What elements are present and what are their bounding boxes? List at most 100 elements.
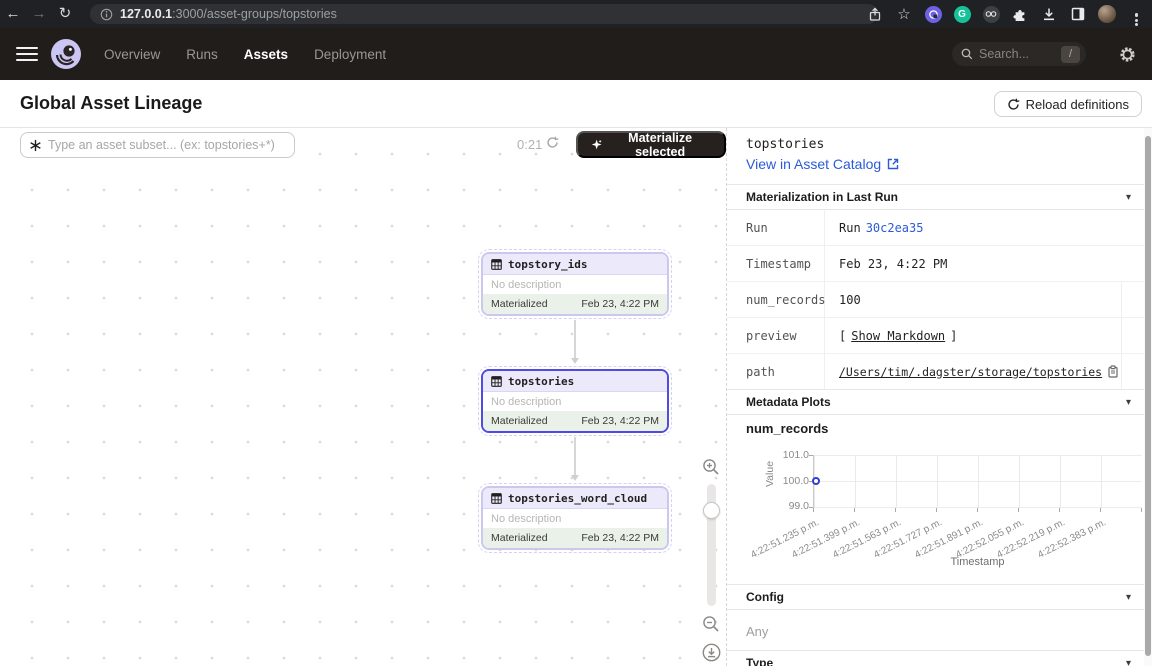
settings-gear-icon[interactable] xyxy=(1119,46,1136,63)
asset-graph-pane[interactable]: 0:21 Materialize selected topstory_ids N… xyxy=(0,128,726,666)
zoom-to-fit-icon[interactable] xyxy=(702,643,724,662)
row-label: preview xyxy=(727,318,825,353)
chevron-down-icon: ▾ xyxy=(1126,397,1131,408)
profile-avatar[interactable] xyxy=(1095,2,1119,26)
node-status: Materialized xyxy=(491,532,548,544)
section-materialization-last-run[interactable]: Materialization in Last Run ▾ xyxy=(727,184,1145,210)
site-info-icon[interactable] xyxy=(100,8,113,21)
zoom-slider-handle[interactable] xyxy=(703,502,720,519)
clock-extension-icon[interactable] xyxy=(921,2,945,26)
dagster-logo[interactable] xyxy=(50,38,82,70)
row-label: Run xyxy=(727,210,825,245)
app-header: Overview Runs Assets Deployment / xyxy=(0,28,1152,80)
primary-nav: Overview Runs Assets Deployment xyxy=(104,47,386,62)
plot-area xyxy=(813,455,1142,508)
section-config[interactable]: Config ▾ xyxy=(727,584,1145,610)
scrollbar-thumb[interactable] xyxy=(1145,136,1151,656)
node-timestamp: Feb 23, 4:22 PM xyxy=(581,532,659,544)
asset-subset-filter[interactable] xyxy=(20,132,295,158)
row-extra-cell xyxy=(1121,282,1145,317)
op-selector-icon xyxy=(29,139,42,152)
copy-clipboard-icon[interactable] xyxy=(1107,365,1119,378)
address-bar[interactable]: 127.0.0.1:3000/asset-groups/topstories xyxy=(90,4,878,24)
bracket: [ xyxy=(839,329,846,343)
page-title-bar: Global Asset Lineage Reload definitions xyxy=(0,80,1152,128)
sparkle-icon xyxy=(591,138,602,151)
path-link[interactable]: /Users/tim/.dagster/storage/topstories xyxy=(839,365,1102,379)
materialize-selected-button[interactable]: Materialize selected xyxy=(576,131,726,158)
y-tick: 101.0 xyxy=(769,449,809,461)
reload-definitions-label: Reload definitions xyxy=(1026,97,1129,112)
browser-reload-icon[interactable]: ↻ xyxy=(52,0,78,28)
app-window: ← → ↻ 127.0.0.1:3000/asset-groups/topsto… xyxy=(0,0,1152,666)
data-point[interactable] xyxy=(812,477,820,485)
run-id-link[interactable]: 30c2ea35 xyxy=(866,221,924,235)
hamburger-menu-icon[interactable] xyxy=(16,43,38,65)
bookmark-star-icon[interactable]: ☆ xyxy=(892,2,916,26)
grammarly-extension-icon[interactable]: G xyxy=(950,2,974,26)
show-markdown-link[interactable]: Show Markdown xyxy=(851,329,945,343)
browser-forward-icon[interactable]: → xyxy=(26,0,52,28)
reload-icon xyxy=(1007,98,1020,111)
refresh-timer: 0:21 xyxy=(517,137,542,152)
row-extra-cell xyxy=(1121,318,1145,353)
table-icon xyxy=(491,259,502,270)
browser-menu-icon[interactable] xyxy=(1124,2,1148,26)
external-link-icon xyxy=(887,158,899,170)
table-row-run: Run Run 30c2ea35 xyxy=(727,210,1145,246)
view-in-asset-catalog-link[interactable]: View in Asset Catalog xyxy=(746,156,899,172)
config-value: Any xyxy=(746,624,768,639)
global-search[interactable]: / xyxy=(952,42,1086,66)
asset-node-topstories[interactable]: topstories No description Materialized F… xyxy=(481,369,669,433)
nav-assets[interactable]: Assets xyxy=(244,47,288,62)
browser-back-icon[interactable]: ← xyxy=(0,0,26,28)
asset-node-topstory-ids[interactable]: topstory_ids No description Materialized… xyxy=(481,252,669,316)
side-panel-icon[interactable] xyxy=(1066,2,1090,26)
asset-subset-input[interactable] xyxy=(48,138,294,152)
node-timestamp: Feb 23, 4:22 PM xyxy=(581,298,659,310)
node-title: topstory_ids xyxy=(508,258,587,271)
section-type[interactable]: Type ▾ xyxy=(727,650,1145,666)
edge-topstories-to-word-cloud xyxy=(574,437,576,479)
node-status: Materialized xyxy=(491,415,548,427)
zoom-in-icon[interactable] xyxy=(702,458,724,476)
edge-topstory-ids-to-topstories xyxy=(574,320,576,362)
node-description: No description xyxy=(491,279,561,291)
zoom-out-icon[interactable] xyxy=(702,615,724,633)
run-value-prefix: Run xyxy=(839,221,861,235)
chevron-down-icon: ▾ xyxy=(1126,658,1131,666)
catalog-link-label: View in Asset Catalog xyxy=(746,156,881,172)
nav-overview[interactable]: Overview xyxy=(104,47,160,62)
section-metadata-plots[interactable]: Metadata Plots ▾ xyxy=(727,389,1145,415)
search-input[interactable] xyxy=(979,47,1055,61)
table-row-num-records: num_records 100 xyxy=(727,282,1145,318)
url-text: 127.0.0.1:3000/asset-groups/topstories xyxy=(120,7,337,21)
table-row-preview: preview [ Show Markdown] xyxy=(727,318,1145,354)
reload-definitions-button[interactable]: Reload definitions xyxy=(994,91,1142,117)
node-description: No description xyxy=(491,396,561,408)
row-label: path xyxy=(727,354,825,389)
y-tick: 100.0 xyxy=(769,475,809,487)
row-label: num_records xyxy=(727,282,825,317)
chevron-down-icon: ▾ xyxy=(1126,592,1131,603)
section-title: Type xyxy=(746,656,1126,666)
table-icon xyxy=(491,493,502,504)
share-icon[interactable] xyxy=(863,2,887,26)
bracket: ] xyxy=(950,329,957,343)
nav-deployment[interactable]: Deployment xyxy=(314,47,386,62)
section-title: Metadata Plots xyxy=(746,395,1126,409)
table-row-path: path /Users/tim/.dagster/storage/topstor… xyxy=(727,354,1145,390)
downloads-icon[interactable] xyxy=(1037,2,1061,26)
sidebar-scrollbar[interactable] xyxy=(1144,128,1152,666)
refresh-icon[interactable] xyxy=(546,136,559,149)
timestamp-value: Feb 23, 4:22 PM xyxy=(825,246,1145,281)
nav-runs[interactable]: Runs xyxy=(186,47,218,62)
section-title: Materialization in Last Run xyxy=(746,190,1126,204)
num-records-value: 100 xyxy=(825,282,1121,317)
extensions-puzzle-icon[interactable] xyxy=(1008,2,1032,26)
goggles-extension-icon[interactable] xyxy=(979,2,1003,26)
asset-node-topstories-word-cloud[interactable]: topstories_word_cloud No description Mat… xyxy=(481,486,669,550)
browser-toolbar: ← → ↻ 127.0.0.1:3000/asset-groups/topsto… xyxy=(0,0,1152,28)
node-title: topstories xyxy=(508,375,574,388)
table-row-timestamp: Timestamp Feb 23, 4:22 PM xyxy=(727,246,1145,282)
